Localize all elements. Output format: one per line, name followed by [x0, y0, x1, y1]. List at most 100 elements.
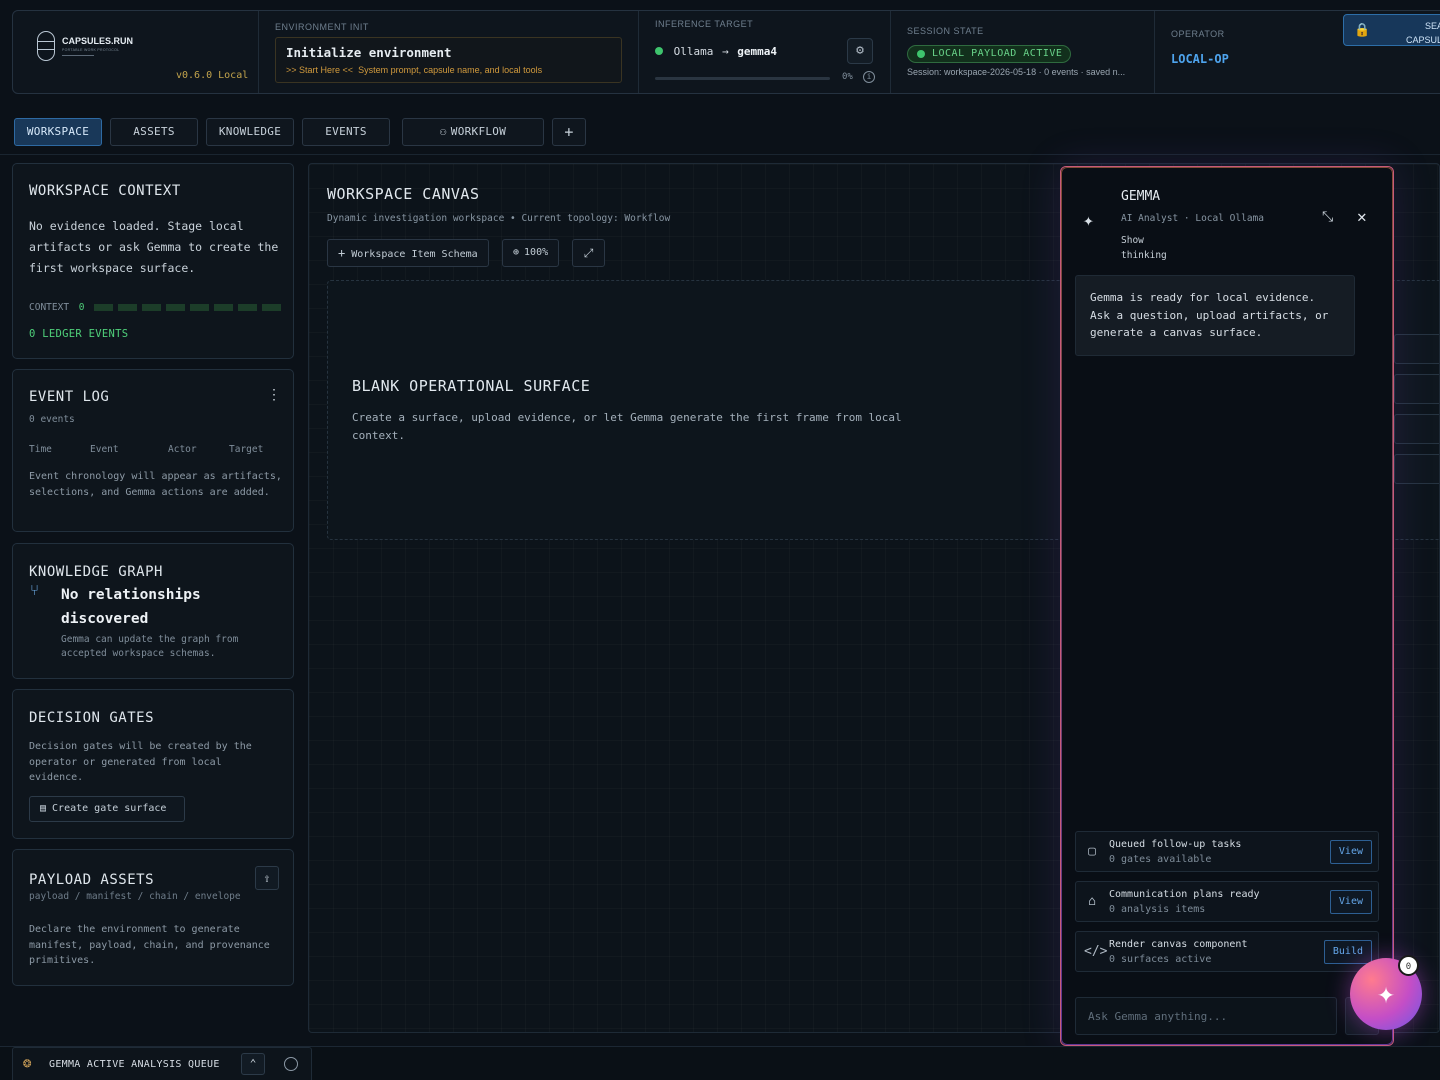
init-title: Initialize environment: [286, 45, 452, 60]
action-card-followups: ▢ Queued follow-up tasks 0 gates availab…: [1075, 831, 1379, 872]
init-hint-text: System prompt, capsule name, and local t…: [358, 65, 543, 75]
context-meter: CONTEXT 0: [29, 302, 286, 313]
create-gate-surface-button[interactable]: ▤ Create gate surface: [29, 796, 185, 822]
action-subtitle: 0 surfaces active: [1109, 954, 1212, 965]
gemma-name: GEMMA: [1121, 189, 1161, 204]
operator-label: OPERATOR: [1171, 29, 1225, 39]
provider-name: Ollama: [673, 45, 714, 58]
tab-workflow[interactable]: ⚇ WORKFLOW: [402, 118, 544, 146]
decision-gates-body: Decision gates will be created by the op…: [29, 741, 252, 783]
status-dot-icon: [655, 47, 663, 55]
status-circle-icon[interactable]: [284, 1057, 298, 1071]
inference-section: INFERENCE TARGET Ollama → gemma4 ⚙ 0% i: [639, 11, 891, 93]
view-communication-button[interactable]: View: [1329, 890, 1372, 914]
context-meter-label: CONTEXT: [29, 302, 70, 313]
zoom-icon: ⊕: [513, 247, 520, 258]
hidden-list-item: [1394, 454, 1439, 484]
tab-workspace[interactable]: WORKSPACE: [14, 118, 102, 146]
model-name: gemma4: [737, 45, 777, 58]
branch-icon: ⑂: [30, 581, 40, 599]
inference-settings-button[interactable]: ⚙: [847, 38, 873, 64]
action-card-communication: ⌂ Communication plans ready 0 analysis i…: [1075, 881, 1379, 922]
payload-assets-path: payload / manifest / chain / envelope: [29, 891, 241, 902]
knowledge-graph-headline: No relationships discovered: [61, 587, 201, 627]
view-followups-button[interactable]: View: [1329, 840, 1372, 864]
action-title: Communication plans ready: [1109, 889, 1260, 900]
event-log-title: EVENT LOG: [29, 389, 110, 405]
init-hint: >> Start Here << System prompt, capsule …: [286, 65, 542, 75]
workspace-context-title: WORKSPACE CONTEXT: [29, 183, 181, 199]
code-icon: </>: [1084, 944, 1108, 959]
workspace-item-schema-button[interactable]: + Workspace Item Schema: [327, 239, 489, 267]
app-header: CAPSULES.RUN PORTABLE WORK PROTOCOL v0.6…: [12, 10, 1440, 94]
sparkle-icon: ✦: [1083, 210, 1094, 231]
seal-capsule-button[interactable]: 🔒 SEAL CAPSULE: [1343, 14, 1440, 46]
payload-assets-title: PAYLOAD ASSETS: [29, 872, 155, 888]
fullscreen-button[interactable]: ⤢: [572, 239, 605, 267]
more-options-icon[interactable]: ⋮: [267, 387, 281, 403]
upload-icon: ⇪: [263, 871, 271, 885]
tab-events[interactable]: EVENTS: [302, 118, 390, 146]
close-icon[interactable]: ✕: [1357, 207, 1367, 226]
session-detail: Session: workspace-2026-05-18 · 0 events…: [907, 67, 1126, 77]
zoom-button[interactable]: ⊕ 100%: [502, 239, 560, 267]
tab-knowledge[interactable]: KNOWLEDGE: [206, 118, 294, 146]
knowledge-graph-body: Gemma can update the graph from accepted…: [61, 634, 239, 659]
action-title: Render canvas component: [1109, 939, 1248, 950]
show-thinking-toggle[interactable]: Show thinking: [1121, 233, 1181, 263]
add-tab-button[interactable]: +: [552, 118, 586, 146]
brand-underline: [62, 55, 94, 56]
ask-gemma-input[interactable]: [1075, 997, 1337, 1035]
gemma-role: AI Analyst · Local Ollama: [1121, 213, 1264, 224]
workflow-icon: ⚇: [439, 125, 447, 138]
expand-queue-button[interactable]: ⌃: [241, 1053, 265, 1075]
payload-assets-card: PAYLOAD ASSETS ⇪ payload / manifest / ch…: [12, 849, 294, 986]
tab-assets[interactable]: ASSETS: [110, 118, 198, 146]
chevron-up-icon: ⌃: [249, 1057, 257, 1070]
event-column-target: Target: [229, 444, 264, 455]
hidden-list-item: [1394, 334, 1439, 364]
notification-badge: 0: [1398, 955, 1419, 976]
inference-target: Ollama → gemma4: [655, 45, 777, 58]
gemma-chat-panel: ✦ GEMMA AI Analyst · Local Ollama Show t…: [1060, 166, 1394, 1046]
decision-gates-title: DECISION GATES: [29, 710, 155, 726]
brand-section: CAPSULES.RUN PORTABLE WORK PROTOCOL v0.6…: [13, 11, 259, 93]
canvas-title: WORKSPACE CANVAS: [327, 185, 480, 203]
payload-assets-body: Declare the environment to generate mani…: [29, 924, 270, 966]
session-label: SESSION STATE: [907, 26, 984, 36]
inference-progress-bar: [655, 77, 830, 80]
operator-name: LOCAL-OP: [1171, 52, 1229, 66]
create-gate-surface-label: Create gate surface: [52, 803, 167, 814]
plus-icon: +: [338, 246, 346, 260]
brain-icon: ❂: [23, 1055, 32, 1071]
action-subtitle: 0 analysis items: [1109, 904, 1206, 915]
payload-status-badge: LOCAL PAYLOAD ACTIVE: [907, 45, 1072, 63]
surface-body: Create a surface, upload evidence, or le…: [352, 411, 902, 442]
event-column-event: Event: [90, 444, 119, 455]
tab-workflow-label: WORKFLOW: [450, 125, 507, 138]
canvas-subtitle: Dynamic investigation workspace • Curren…: [327, 213, 671, 224]
hidden-list-item: [1394, 374, 1439, 404]
capsule-logo-icon: [37, 31, 55, 61]
event-log-card: EVENT LOG ⋮ 0 events Time Event Actor Ta…: [12, 369, 294, 532]
inference-label: INFERENCE TARGET: [655, 19, 754, 29]
initialize-environment-button[interactable]: Initialize environment >> Start Here << …: [275, 37, 622, 83]
analysis-queue-label: GEMMA ACTIVE ANALYSIS QUEUE: [49, 1059, 220, 1070]
minimize-icon[interactable]: ⤡: [1322, 209, 1333, 225]
lock-icon: 🔒: [1354, 23, 1371, 38]
version-label: v0.6.0 Local: [176, 70, 249, 81]
upload-assets-button[interactable]: ⇪: [255, 866, 279, 890]
expand-icon: ⤢: [583, 246, 594, 260]
analysis-queue-bar[interactable]: ❂ GEMMA ACTIVE ANALYSIS QUEUE: [12, 1047, 312, 1080]
arrow-icon: →: [722, 45, 729, 58]
robot-icon: ⌂: [1088, 894, 1096, 909]
session-section: SESSION STATE LOCAL PAYLOAD ACTIVE Sessi…: [891, 11, 1155, 93]
workspace-context-card: WORKSPACE CONTEXT No evidence loaded. St…: [12, 163, 294, 359]
zoom-level: 100%: [524, 247, 549, 258]
context-meter-value: 0: [78, 302, 85, 313]
brand-tagline: PORTABLE WORK PROTOCOL: [62, 48, 120, 52]
workspace-item-schema-label: Workspace Item Schema: [351, 249, 478, 260]
info-icon[interactable]: i: [863, 71, 875, 83]
inference-progress-value: 0%: [842, 72, 853, 82]
action-subtitle: 0 gates available: [1109, 854, 1212, 865]
